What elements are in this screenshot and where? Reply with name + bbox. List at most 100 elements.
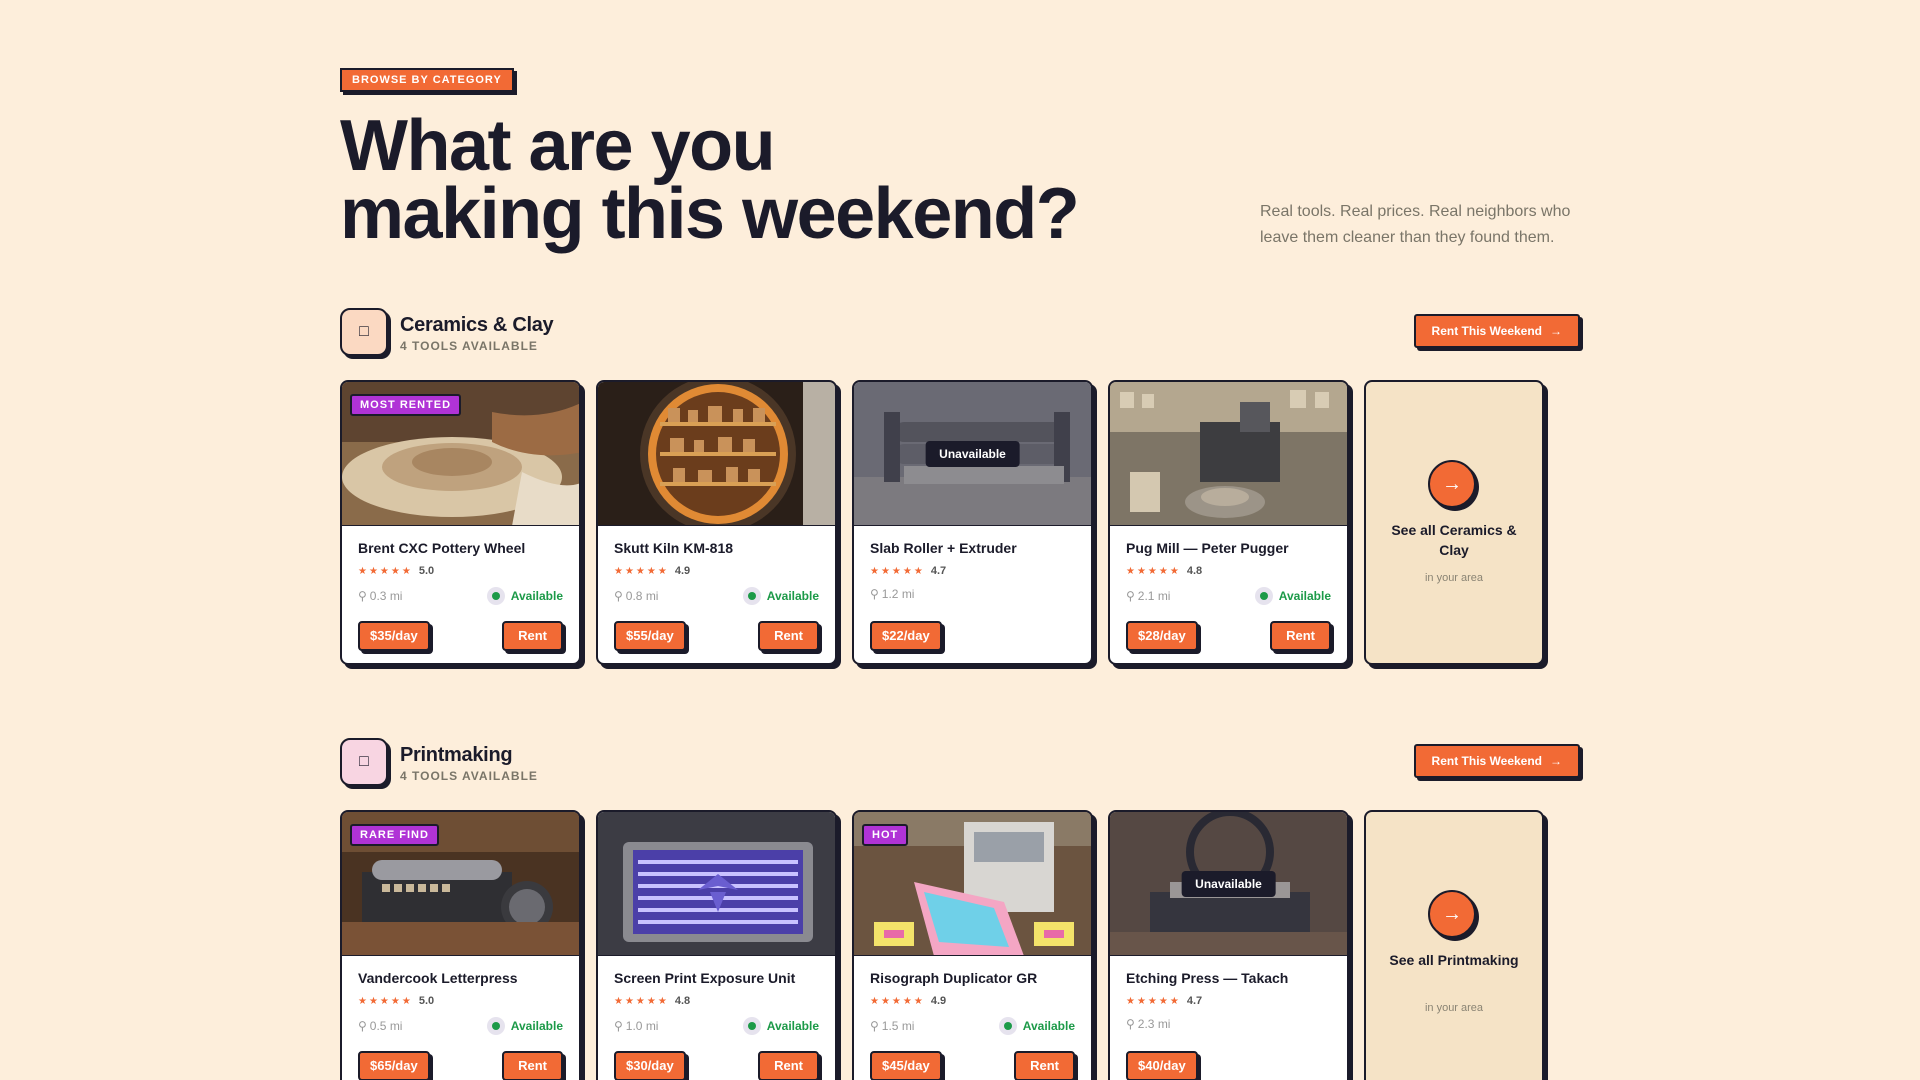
distance-value: 2.3 mi (1137, 1017, 1171, 1031)
status-label: Available (766, 589, 819, 603)
tool-card[interactable]: Screen Print Exposure Unit ★★★★★ 4.8 ⚲ 1.… (596, 810, 837, 1080)
availability-status: Available (742, 1017, 819, 1035)
tool-photo (1110, 382, 1347, 526)
tool-rating: ★★★★★ 4.8 (614, 995, 819, 1007)
rent-this-weekend-button[interactable]: Rent This Weekend → (1413, 744, 1580, 778)
price-tag[interactable]: $35/day (358, 621, 430, 651)
availability-status: Available (1254, 587, 1331, 605)
status-dot-icon (742, 587, 761, 605)
tool-rating: ★★★★★ 4.7 (1126, 995, 1331, 1007)
rating-value: 4.9 (930, 995, 947, 1007)
rent-button[interactable]: Rent (502, 1051, 563, 1080)
see-all-subtitle: in your area (1424, 1002, 1484, 1014)
availability-status: Available (486, 587, 563, 605)
location-pin-icon: ⚲ (358, 589, 367, 603)
section-title: Printmaking (400, 744, 513, 766)
location-pin-icon: ⚲ (614, 589, 623, 603)
arrow-right-icon: → (1550, 754, 1562, 768)
stars-icon: ★★★★★ (358, 995, 413, 1007)
rating-value: 4.8 (674, 995, 691, 1007)
distance-value: 0.3 mi (369, 589, 403, 603)
availability-status: Available (742, 587, 819, 605)
see-all-title: See all Printmaking (1389, 952, 1519, 968)
rent-this-weekend-label: Rent This Weekend (1431, 324, 1542, 338)
tool-photo: Unavailable (854, 382, 1091, 526)
rent-button[interactable]: Rent (758, 621, 819, 651)
tool-distance: ⚲ 1.2 mi (870, 587, 914, 601)
tool-name: Vandercook Letterpress (358, 970, 518, 986)
tool-card[interactable]: Unavailable Etching Press — Takach ★★★★★… (1108, 810, 1349, 1080)
stars-icon: ★★★★★ (358, 565, 413, 577)
headline-line-1: What are you (340, 106, 776, 186)
price-tag[interactable]: $30/day (614, 1051, 686, 1080)
tool-name: Slab Roller + Extruder (870, 540, 1017, 556)
section-count: 4 TOOLS AVAILABLE (400, 769, 538, 783)
tool-card-row: RARE FIND Vandercook Letterpress ★★★★★ 5… (340, 810, 1544, 1080)
location-pin-icon: ⚲ (870, 1019, 879, 1033)
tool-name: Skutt Kiln KM-818 (614, 540, 734, 556)
distance-value: 2.1 mi (1137, 589, 1171, 603)
see-all-card[interactable]: → See all Printmaking in your area (1364, 810, 1544, 1080)
price-tag[interactable]: $55/day (614, 621, 686, 651)
tool-distance: ⚲ 0.5 mi (358, 1019, 402, 1033)
tool-card[interactable]: Skutt Kiln KM-818 ★★★★★ 4.9 ⚲ 0.8 mi Avai… (596, 380, 837, 665)
distance-value: 1.0 mi (625, 1019, 659, 1033)
arrow-right-icon: → (1550, 324, 1562, 338)
tool-card[interactable]: MOST RENTED Brent CXC Pottery Wheel ★★★★… (340, 380, 581, 665)
see-all-card[interactable]: → See all Ceramics & Clay in your area (1364, 380, 1544, 665)
tool-card[interactable]: Unavailable Slab Roller + Extruder ★★★★★… (852, 380, 1093, 665)
tool-photo: RARE FIND (342, 812, 579, 956)
see-all-subtitle: in your area (1424, 572, 1484, 584)
tool-photo: MOST RENTED (342, 382, 579, 526)
rating-value: 4.7 (1186, 995, 1203, 1007)
tagline: Real tools. Real prices. Real neighbors … (1260, 203, 1571, 246)
tool-card[interactable]: HOT Risograph Duplicator GR ★★★★★ 4.9 ⚲ 1… (852, 810, 1093, 1080)
tool-card[interactable]: RARE FIND Vandercook Letterpress ★★★★★ 5… (340, 810, 581, 1080)
section-count: 4 TOOLS AVAILABLE (400, 339, 538, 353)
tool-distance: ⚲ 2.1 mi (1126, 589, 1170, 603)
rent-button[interactable]: Rent (1270, 621, 1331, 651)
stars-icon: ★★★★★ (870, 995, 925, 1007)
status-dot-icon (486, 1017, 505, 1035)
price-tag[interactable]: $45/day (870, 1051, 942, 1080)
rating-value: 5.0 (418, 995, 435, 1007)
tool-card[interactable]: Pug Mill — Peter Pugger ★★★★★ 4.8 ⚲ 2.1 m… (1108, 380, 1349, 665)
tool-photo (598, 812, 835, 956)
stars-icon: ★★★★★ (614, 565, 669, 577)
distance-value: 1.2 mi (881, 587, 915, 601)
tool-name: Etching Press — Takach (1126, 970, 1289, 986)
arrow-right-icon: → (1428, 890, 1476, 938)
location-pin-icon: ⚲ (358, 1019, 367, 1033)
rent-button[interactable]: Rent (1014, 1051, 1075, 1080)
tool-distance: ⚲ 1.0 mi (614, 1019, 658, 1033)
headline-line-2: making this weekend? (340, 174, 1080, 254)
tool-name: Risograph Duplicator GR (870, 970, 1038, 986)
rent-button[interactable]: Rent (758, 1051, 819, 1080)
tool-distance: ⚲ 1.5 mi (870, 1019, 914, 1033)
category-eyebrow: BROWSE BY CATEGORY (340, 68, 514, 92)
availability-status: Available (486, 1017, 563, 1035)
price-tag[interactable]: $40/day (1126, 1051, 1198, 1080)
price-tag[interactable]: $65/day (358, 1051, 430, 1080)
distance-value: 1.5 mi (881, 1019, 915, 1033)
tool-photo (598, 382, 835, 526)
see-all-title: See all Ceramics & Clay (1391, 522, 1517, 558)
status-label: Available (510, 589, 563, 603)
stars-icon: ★★★★★ (1126, 995, 1181, 1007)
unavailable-badge: Unavailable (1181, 870, 1276, 897)
rent-this-weekend-button[interactable]: Rent This Weekend → (1413, 314, 1580, 348)
rating-value: 4.9 (674, 565, 691, 577)
rent-button[interactable]: Rent (502, 621, 563, 651)
tool-rating: ★★★★★ 5.0 (358, 995, 563, 1007)
tool-rating: ★★★★★ 5.0 (358, 565, 563, 577)
tool-distance: ⚲ 0.3 mi (358, 589, 402, 603)
price-tag[interactable]: $28/day (1126, 621, 1198, 651)
price-tag[interactable]: $22/day (870, 621, 942, 651)
tool-distance: ⚲ 2.3 mi (1126, 1017, 1170, 1031)
unavailable-badge: Unavailable (925, 440, 1020, 467)
page-title: What are you making this weekend? (340, 106, 1140, 254)
stars-icon: ★★★★★ (1126, 565, 1181, 577)
tool-rating: ★★★★★ 4.8 (1126, 565, 1331, 577)
tool-name: Brent CXC Pottery Wheel (358, 540, 526, 556)
tool-name: Pug Mill — Peter Pugger (1126, 540, 1289, 556)
